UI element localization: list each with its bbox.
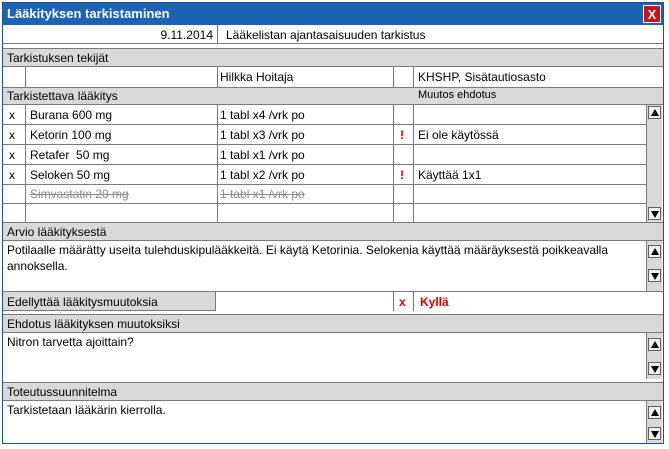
scroll-up-button[interactable] (648, 245, 661, 258)
drug-name: Burana 600 mg (30, 108, 113, 122)
warning-flag: ! (400, 128, 404, 142)
drug-name: Ketorin 100 mg (30, 128, 112, 142)
row-mark: x (9, 108, 15, 122)
scroll-up-button[interactable] (648, 338, 661, 351)
triangle-down-icon (651, 273, 659, 280)
triangle-down-icon (651, 211, 659, 218)
drug-dose: 1 tabl x2 /vrk po (220, 168, 305, 182)
close-icon: X (647, 7, 657, 22)
change-suggestion: Käyttää 1x1 (418, 168, 482, 182)
drug-dose: 1 tabl x3 /vrk po (220, 128, 305, 142)
assessment-scrollbar[interactable] (646, 241, 662, 291)
drug-dose: 1 tabl x1 /vrk po (220, 148, 305, 162)
requires-change-mark[interactable]: x (399, 295, 406, 309)
divider (413, 67, 414, 87)
drug-name: Simvastatin 20 mg (30, 187, 129, 201)
table-row[interactable]: x Seloken 50 mg 1 tabl x2 /vrk po ! Käyt… (3, 166, 646, 184)
divider (413, 292, 414, 311)
triangle-up-icon (651, 341, 659, 348)
requires-change-label: Edellyttää lääkitysmuutoksia (7, 295, 158, 309)
medication-label: Tarkistettava lääkitys (7, 89, 118, 103)
warning-flag: ! (400, 168, 404, 182)
divider (217, 67, 218, 87)
scroll-down-button[interactable] (648, 427, 661, 440)
divider (393, 67, 394, 87)
triangle-down-icon (651, 366, 659, 373)
reviewer-name[interactable]: Hilkka Hoitaja (220, 70, 293, 84)
change-suggestion: Ei ole käytössä (418, 128, 499, 142)
divider (215, 292, 216, 311)
assessment-label: Arvio lääkityksestä (7, 225, 107, 239)
row-mark: x (9, 148, 15, 162)
row-mark: x (9, 128, 15, 142)
review-window: Lääkityksen tarkistaminen X 9.11.2014 Lä… (2, 2, 664, 444)
triangle-up-icon (651, 109, 659, 116)
triangle-down-icon (651, 431, 659, 438)
table-row[interactable]: Simvastatin 20 mg 1 tabl x1 /vrk po (3, 185, 646, 203)
row-divider (3, 164, 646, 165)
review-date: 9.11.2014 (160, 28, 214, 42)
triangle-up-icon (651, 409, 659, 416)
medication-scrollbar[interactable] (646, 105, 662, 222)
table-row[interactable] (3, 204, 646, 222)
close-button[interactable]: X (643, 5, 661, 23)
proposal-label: Ehdotus lääkityksen muutoksiksi (7, 317, 180, 331)
divider (25, 67, 26, 87)
row-divider (3, 144, 646, 145)
table-row[interactable]: x Burana 600 mg 1 tabl x4 /vrk po (3, 106, 646, 124)
plan-label: Toteutussuunnitelma (7, 385, 118, 399)
suggestion-column-label: Muutos ehdotus (418, 89, 497, 101)
drug-dose: 1 tabl x4 /vrk po (220, 108, 305, 122)
table-row[interactable]: x Ketorin 100 mg 1 tabl x3 /vrk po ! Ei … (3, 126, 646, 144)
reviewer-unit[interactable]: KHSHP, Sisätautiosasto (418, 70, 546, 84)
scroll-up-button[interactable] (648, 406, 661, 419)
divider (393, 292, 394, 311)
divider (3, 43, 663, 44)
table-row[interactable]: x Retafer 50 mg 1 tabl x1 /vrk po (3, 146, 646, 164)
scroll-up-button[interactable] (648, 106, 661, 119)
scroll-down-button[interactable] (648, 362, 661, 375)
proposal-scrollbar[interactable] (646, 333, 662, 379)
scroll-down-button[interactable] (648, 207, 661, 220)
assessment-textarea[interactable]: Potilaalle määrätty useita tulehduskipul… (7, 242, 641, 288)
drug-name: Retafer 50 mg (30, 148, 110, 162)
plan-scrollbar[interactable] (646, 401, 662, 443)
divider (217, 25, 218, 44)
review-type: Lääkelistan ajantasaisuuden tarkistus (226, 28, 426, 42)
row-mark: x (9, 168, 15, 182)
proposal-textarea[interactable]: Nitron tarvetta ajoittain? (7, 334, 641, 374)
drug-dose: 1 tabl x1 /vrk po (220, 187, 305, 201)
row-divider (3, 124, 646, 125)
reviewers-label: Tarkistuksen tekijät (7, 51, 109, 65)
scroll-down-button[interactable] (648, 269, 661, 282)
triangle-up-icon (651, 248, 659, 255)
drug-name: Seloken 50 mg (30, 168, 111, 182)
plan-textarea[interactable]: Tarkistetaan lääkärin kierrolla. (7, 402, 641, 440)
window-title: Lääkityksen tarkistaminen (7, 6, 170, 21)
requires-change-value[interactable]: Kyllä (420, 295, 449, 309)
